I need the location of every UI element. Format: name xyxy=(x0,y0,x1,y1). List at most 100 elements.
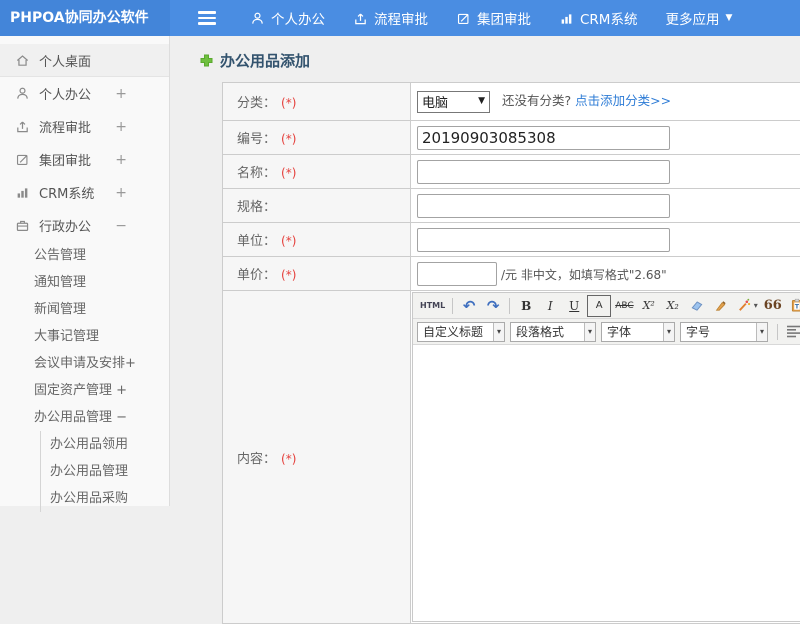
sidebar-subgroup-office-supplies: 办公用品领用 办公用品管理 办公用品采购 xyxy=(40,431,169,512)
required-marker: (*) xyxy=(281,268,296,282)
top-bar: PHPOA协同办公软件 个人办公 流程审批 集团审批 CRM系统 更多应用 ▼ xyxy=(0,0,800,36)
sidebar-item-events-mgmt[interactable]: 大事记管理 xyxy=(0,323,169,350)
no-category-hint: 还没有分类? xyxy=(502,93,571,108)
caret-down-icon: ▾ xyxy=(756,323,767,341)
caret-down-icon: ▼ xyxy=(478,97,485,106)
topnav-personal-office[interactable]: 个人办公 xyxy=(250,8,325,28)
sidebar-item-desktop[interactable]: 个人桌面 xyxy=(0,44,169,77)
sidebar-item-supplies-manage[interactable]: 办公用品管理 xyxy=(41,458,169,485)
collapse-minus-icon[interactable]: − xyxy=(115,218,127,234)
editor-toolbar-row2: 自定义标题 ▾ 段落格式 ▾ 字体 ▾ 字号 ▾ xyxy=(413,319,800,345)
sidebar-item-personal-office[interactable]: 个人办公 + xyxy=(0,77,169,110)
caret-down-icon: ▾ xyxy=(663,323,674,341)
add-plus-icon xyxy=(200,54,213,67)
form-row-content: 内容：(*) HTML ↶ ↷ B I U A ABC xyxy=(223,291,800,624)
user-icon xyxy=(15,86,30,101)
sidebar-item-admin-office[interactable]: 行政办公 − xyxy=(0,209,169,242)
bold-button[interactable]: B xyxy=(515,296,537,316)
topnav-crm[interactable]: CRM系统 xyxy=(559,8,637,28)
sidebar-item-process-approval[interactable]: 流程审批 + xyxy=(0,110,169,143)
italic-button[interactable]: I xyxy=(539,296,561,316)
eraser-icon[interactable] xyxy=(686,296,708,316)
editor-content-area[interactable] xyxy=(413,345,800,621)
topnav-label: 流程审批 xyxy=(374,8,428,28)
add-category-link[interactable]: 点击添加分类>> xyxy=(575,93,671,108)
price-input[interactable] xyxy=(417,262,497,286)
sidebar-item-office-supplies-mgmt[interactable]: 办公用品管理 − xyxy=(0,404,169,431)
unit-input[interactable] xyxy=(417,228,670,252)
forecolor-box-button[interactable]: A xyxy=(587,295,611,317)
sidebar-item-crm[interactable]: CRM系统 + xyxy=(0,176,169,209)
rich-text-editor: HTML ↶ ↷ B I U A ABC X² X₂ xyxy=(412,292,800,622)
html-source-button[interactable]: HTML xyxy=(418,296,447,316)
topnav-label: 集团审批 xyxy=(477,8,531,28)
price-label: 单价：(*) xyxy=(223,257,411,291)
quick-format-icon[interactable]: ▾ xyxy=(734,296,760,316)
sidebar: 个人桌面 个人办公 + 流程审批 + 集团审批 + CRM系统 + 行政办公 −… xyxy=(0,36,170,506)
topnav-more-apps[interactable]: 更多应用 ▼ xyxy=(665,8,732,28)
underline-button[interactable]: U xyxy=(563,296,585,316)
menu-toggle-icon[interactable] xyxy=(198,11,216,25)
code-label: 编号：(*) xyxy=(223,121,411,155)
sidebar-item-announcement-mgmt[interactable]: 公告管理 xyxy=(0,242,169,269)
paragraph-format-select[interactable]: 段落格式 ▾ xyxy=(510,322,596,342)
align-left-icon[interactable] xyxy=(783,322,800,342)
format-brush-icon[interactable] xyxy=(710,296,732,316)
edit-icon xyxy=(456,11,471,26)
page-title-text: 办公用品添加 xyxy=(220,50,310,71)
required-marker: (*) xyxy=(281,96,296,110)
sidebar-item-label: 流程审批 xyxy=(39,117,91,136)
sidebar-item-group-approval[interactable]: 集团审批 + xyxy=(0,143,169,176)
caret-down-icon: ▾ xyxy=(754,301,758,310)
superscript-button[interactable]: X² xyxy=(638,296,660,316)
spec-label: 规格： xyxy=(223,189,411,223)
expand-plus-icon[interactable]: + xyxy=(115,119,127,135)
expand-plus-icon[interactable]: + xyxy=(115,86,127,102)
name-input[interactable] xyxy=(417,160,670,184)
supply-add-form: 分类：(*) 电脑 ▼ 还没有分类? 点击添加分类>> 编号：(*) 名称：(*… xyxy=(222,82,800,624)
category-select[interactable]: 电脑 ▼ xyxy=(417,91,490,113)
expand-plus-icon[interactable]: + xyxy=(115,152,127,168)
font-family-select[interactable]: 字体 ▾ xyxy=(601,322,675,342)
custom-title-select[interactable]: 自定义标题 ▾ xyxy=(417,322,505,342)
strikethrough-button[interactable]: ABC xyxy=(613,296,635,316)
chart-icon xyxy=(559,11,574,26)
chart-icon xyxy=(15,185,30,200)
sidebar-item-news-mgmt[interactable]: 新闻管理 xyxy=(0,296,169,323)
sidebar-item-notice-mgmt[interactable]: 通知管理 xyxy=(0,269,169,296)
sidebar-item-label: 行政办公 xyxy=(39,216,91,235)
sidebar-item-meeting-mgmt[interactable]: 会议申请及安排+ xyxy=(0,350,169,377)
form-row-spec: 规格： xyxy=(223,189,800,223)
undo-icon[interactable]: ↶ xyxy=(458,296,480,316)
name-label: 名称：(*) xyxy=(223,155,411,189)
paste-icon[interactable]: T xyxy=(786,296,800,316)
subscript-button[interactable]: X₂ xyxy=(662,296,684,316)
toolbar-separator xyxy=(777,324,778,340)
required-marker: (*) xyxy=(281,166,296,180)
code-input[interactable] xyxy=(417,126,670,150)
topnav-group-approval[interactable]: 集团审批 xyxy=(456,8,531,28)
font-size-select[interactable]: 字号 ▾ xyxy=(680,322,768,342)
spec-input[interactable] xyxy=(417,194,670,218)
app-logo: PHPOA协同办公软件 xyxy=(0,0,170,36)
edit-icon xyxy=(15,152,30,167)
expand-plus-icon[interactable]: + xyxy=(115,185,127,201)
toolbar-separator xyxy=(452,298,453,314)
top-nav: 个人办公 流程审批 集团审批 CRM系统 更多应用 ▼ xyxy=(250,8,732,28)
process-icon xyxy=(15,119,30,134)
sidebar-item-supplies-claim[interactable]: 办公用品领用 xyxy=(41,431,169,458)
sidebar-item-supplies-purchase[interactable]: 办公用品采购 xyxy=(41,485,169,512)
caret-down-icon: ▾ xyxy=(584,323,595,341)
form-row-name: 名称：(*) xyxy=(223,155,800,189)
editor-toolbar-row1: HTML ↶ ↷ B I U A ABC X² X₂ xyxy=(413,293,800,319)
form-row-price: 单价：(*) /元 非中文，如填写格式"2.68" xyxy=(223,257,800,291)
redo-icon[interactable]: ↷ xyxy=(482,296,504,316)
caret-down-icon: ▾ xyxy=(493,323,504,341)
sidebar-item-fixed-assets-mgmt[interactable]: 固定资产管理 + xyxy=(0,377,169,404)
topnav-process-approval[interactable]: 流程审批 xyxy=(353,8,428,28)
topnav-label: 个人办公 xyxy=(271,8,325,28)
toolbar-separator xyxy=(509,298,510,314)
unit-label: 单位：(*) xyxy=(223,223,411,257)
home-icon xyxy=(15,53,30,68)
blockquote-button[interactable]: 66 xyxy=(762,296,784,316)
